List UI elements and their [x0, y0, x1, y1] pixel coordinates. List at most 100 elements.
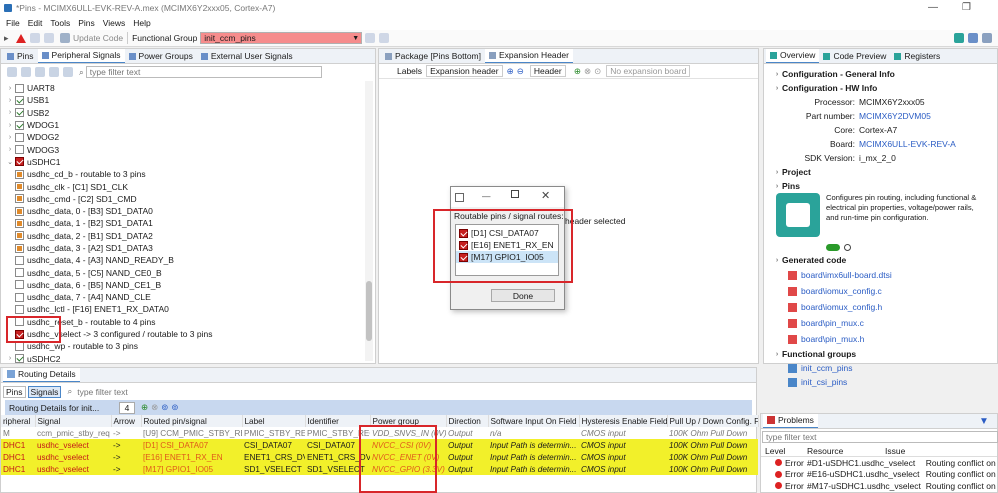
tab-power-groups[interactable]: Power Groups: [125, 49, 197, 63]
signal-checkbox[interactable]: [15, 354, 24, 364]
menu-item-pins[interactable]: Pins: [78, 18, 95, 28]
signal-checkbox[interactable]: [15, 231, 24, 241]
update-code-icon[interactable]: [60, 33, 70, 43]
table-row[interactable]: Mccm_pmic_stby_req -> [U9] CCM_PMIC_STBY_R…: [1, 427, 758, 439]
collapse-all-icon[interactable]: [21, 67, 31, 77]
pins-perspective-icon[interactable]: [954, 33, 964, 43]
signal-checkbox[interactable]: [15, 292, 24, 302]
menu-item-views[interactable]: Views: [103, 18, 126, 28]
tree-item[interactable]: usdhc_data, 5 - [C5] NAND_CE0_B: [5, 266, 375, 278]
section-hw-info[interactable]: › Configuration - HW Info: [772, 81, 997, 95]
column-header[interactable]: Routed pin/signal: [141, 415, 243, 427]
edit-icon[interactable]: ⊙: [594, 66, 601, 77]
tree-item[interactable]: usdhc_lctl - [F16] ENET1_RX_DATA0: [5, 303, 375, 315]
tree-item[interactable]: usdhc_data, 4 - [A3] NAND_READY_B: [5, 254, 375, 266]
menu-item-edit[interactable]: Edit: [28, 18, 43, 28]
generated-file[interactable]: board\pin_mux.c: [772, 315, 997, 331]
column-header[interactable]: Pull Up / Down Config. F: [667, 415, 759, 427]
move-down-icon[interactable]: ⊚: [171, 402, 178, 413]
route-item[interactable]: [E16] ENET1_RX_EN: [456, 239, 558, 251]
tree-item[interactable]: usdhc_vselect -> 3 configured / routable…: [5, 328, 375, 340]
generated-file[interactable]: board\pin_mux.h: [772, 331, 997, 347]
section-functional-groups[interactable]: › Functional groups: [772, 347, 997, 361]
tab-external-user-signals[interactable]: External User Signals: [197, 49, 297, 63]
tab-problems[interactable]: Problems: [763, 414, 818, 428]
update-code-button[interactable]: Update Code: [73, 33, 123, 43]
signal-checkbox[interactable]: [15, 120, 24, 130]
chevron-icon[interactable]: ›: [772, 183, 782, 190]
column-header[interactable]: Arrow: [111, 415, 142, 427]
signal-checkbox[interactable]: [15, 145, 24, 155]
section-project[interactable]: › Project: [772, 165, 997, 179]
filter-routed-icon[interactable]: [35, 67, 45, 77]
tree-item[interactable]: usdhc_reset_b - routable to 4 pins: [5, 316, 375, 328]
pins-tool-icon[interactable]: [776, 193, 820, 237]
route-item[interactable]: [D1] CSI_DATA07: [456, 227, 558, 239]
gear-icon[interactable]: [844, 244, 851, 251]
filter-unrouted-icon[interactable]: [63, 67, 73, 77]
routing-filter-input[interactable]: [74, 385, 275, 398]
group-settings-icon[interactable]: [379, 33, 390, 43]
remove-row-icon[interactable]: ⊗: [151, 402, 158, 413]
tree-item[interactable]: › WDOG1: [5, 119, 375, 131]
chevron-icon[interactable]: ›: [772, 85, 782, 92]
chevron-icon[interactable]: ›: [772, 169, 782, 176]
route-checkbox[interactable]: [459, 228, 468, 238]
clocks-perspective-icon[interactable]: [968, 33, 978, 43]
functional-group-item[interactable]: init_ccm_pins: [772, 361, 997, 375]
route-checkbox[interactable]: [459, 252, 468, 262]
routing-tab-signals[interactable]: Signals: [27, 385, 62, 398]
menu-item-help[interactable]: Help: [133, 18, 150, 28]
tree-item[interactable]: › UART8: [5, 82, 375, 94]
menu-item-file[interactable]: File: [6, 18, 20, 28]
hw-info-value[interactable]: MCIMX6ULL-EVK-REV-A: [859, 139, 956, 149]
problems-column-header[interactable]: Issue: [881, 446, 981, 456]
chevron-down-icon[interactable]: ▼: [352, 35, 359, 42]
signal-checkbox[interactable]: [15, 268, 24, 278]
tab-code-preview[interactable]: Code Preview: [819, 49, 890, 63]
minimize-icon[interactable]: —: [928, 2, 938, 13]
signal-checkbox[interactable]: [15, 317, 24, 327]
tab-peripheral-signals[interactable]: Peripheral Signals: [37, 49, 125, 63]
section-general-info[interactable]: › Configuration - General Info: [772, 67, 997, 81]
tab-expansion-header[interactable]: Expansion Header: [485, 49, 573, 63]
menu-item-tools[interactable]: Tools: [50, 18, 70, 28]
problems-column-header[interactable]: Level: [761, 446, 803, 456]
signal-checkbox[interactable]: [15, 194, 24, 204]
problem-row[interactable]: Error #E16-uSDHC1.usdhc_vselect Routing co…: [761, 469, 997, 481]
generated-file[interactable]: board\imx6ull-board.dtsi: [772, 267, 997, 283]
signal-checkbox[interactable]: [15, 206, 24, 216]
tree-item[interactable]: usdhc_data, 1 - [B2] SD1_DATA1: [5, 217, 375, 229]
problems-filter-input[interactable]: [762, 431, 998, 443]
dialog-close-icon[interactable]: ✕: [541, 189, 550, 202]
signal-checkbox[interactable]: [15, 341, 24, 351]
chevron-icon[interactable]: ›: [772, 71, 782, 78]
functional-group-item[interactable]: init_csi_pins: [772, 375, 997, 389]
tab-registers[interactable]: Registers: [890, 49, 944, 63]
chevron-right-icon[interactable]: ›: [5, 122, 15, 129]
signal-checkbox[interactable]: [15, 280, 24, 290]
filter-config-icon[interactable]: [49, 67, 59, 77]
row-count-input[interactable]: 4: [119, 401, 135, 414]
tree-item[interactable]: usdhc_data, 7 - [A4] NAND_CLE: [5, 291, 375, 303]
section-pins[interactable]: › Pins: [772, 179, 997, 193]
tree-item[interactable]: ⌄ uSDHC1: [5, 156, 375, 168]
dialog-minimize-icon[interactable]: —: [482, 191, 491, 201]
signal-checkbox[interactable]: [15, 95, 24, 105]
zoom-in-icon[interactable]: ⊕: [507, 66, 514, 77]
tree-item[interactable]: usdhc_cd_b - routable to 3 pins: [5, 168, 375, 180]
generated-file[interactable]: board\iomux_config.h: [772, 299, 997, 315]
tree-item[interactable]: › USB2: [5, 107, 375, 119]
header-select[interactable]: Header: [529, 65, 566, 77]
signal-filter-input[interactable]: [85, 66, 322, 78]
tab-package[interactable]: Package [Pins Bottom]: [381, 49, 485, 63]
signal-checkbox[interactable]: [15, 83, 24, 93]
tree-scrollbar[interactable]: [365, 81, 373, 361]
signal-checkbox[interactable]: [15, 243, 24, 253]
hw-info-value[interactable]: MCIMX6Y2DVM05: [859, 111, 931, 121]
signal-checkbox[interactable]: [15, 329, 24, 339]
functional-group-select[interactable]: init_ccm_pins: [200, 32, 363, 44]
signal-checkbox[interactable]: [15, 169, 24, 179]
column-header[interactable]: Hysteresis Enable Field: [579, 415, 668, 427]
tree-item[interactable]: usdhc_cmd - [C2] SD1_CMD: [5, 193, 375, 205]
